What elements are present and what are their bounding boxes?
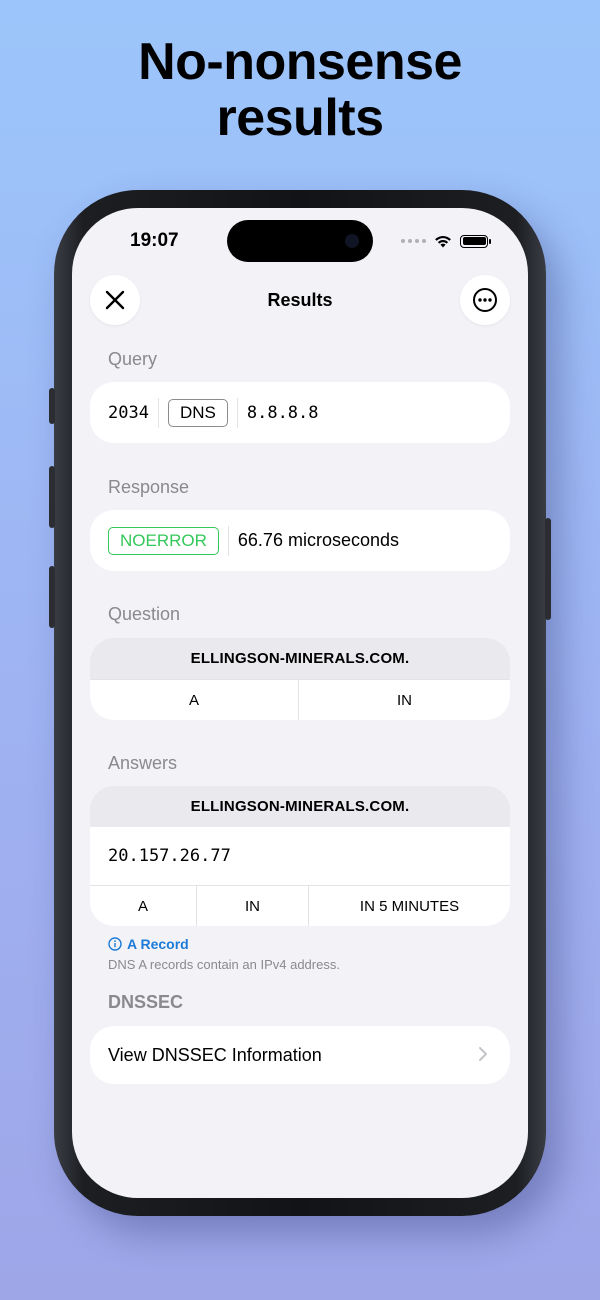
- chevron-right-icon: [479, 1047, 487, 1061]
- headline: No-nonsense results: [0, 34, 600, 146]
- status-badge: NOERROR: [108, 526, 219, 555]
- response-section-label: Response: [108, 477, 190, 497]
- dnssec-link-label: View DNSSEC Information: [108, 1044, 322, 1065]
- action-button: [49, 388, 55, 424]
- answer-value: 20.157.26.77: [108, 846, 231, 866]
- response-card: NOERROR 66.76 microseconds: [90, 510, 510, 571]
- info-icon: [108, 937, 122, 951]
- question-class: IN: [298, 680, 510, 720]
- more-options-button[interactable]: [460, 275, 510, 325]
- dnssec-section-label: DNSSEC: [108, 992, 184, 1012]
- phone-screen: 19:07 Results Query 2034 DNS 8.8.8.8 Res…: [72, 208, 528, 1198]
- wifi-icon: [435, 236, 451, 248]
- power-button: [545, 518, 551, 620]
- response-duration: 66.76 microseconds: [237, 530, 399, 550]
- answer-domain: ELLINGSON-MINERALS.COM.: [90, 786, 510, 827]
- protocol-tag: DNS: [167, 398, 228, 427]
- question-type: A: [188, 691, 199, 709]
- question-section-label: Question: [108, 604, 181, 624]
- dnssec-link-row[interactable]: View DNSSEC Information: [90, 1026, 510, 1084]
- record-info-title: A Record: [127, 936, 189, 952]
- signal-icon: [401, 239, 426, 243]
- question-row: A IN: [90, 679, 510, 720]
- volume-down-button: [49, 566, 55, 628]
- record-info-description: DNS A records contain an IPv4 address.: [108, 957, 340, 972]
- query-section-label: Query: [108, 349, 158, 369]
- answer-row: A IN IN 5 MINUTES: [90, 885, 510, 926]
- answer-class: IN: [196, 886, 308, 926]
- headline-line-2: results: [216, 89, 384, 147]
- query-server: 8.8.8.8: [246, 402, 319, 423]
- query-card: 2034 DNS 8.8.8.8: [90, 382, 510, 443]
- headline-line-1: No-nonsense: [138, 33, 462, 91]
- question-domain: ELLINGSON-MINERALS.COM.: [90, 638, 510, 679]
- answer-ttl: IN 5 MINUTES: [308, 886, 510, 926]
- ellipsis-circle-icon: [473, 288, 497, 312]
- answers-card: ELLINGSON-MINERALS.COM. 20.157.26.77 A I…: [90, 786, 510, 926]
- dynamic-island: [227, 220, 373, 262]
- status-icons: [401, 234, 491, 248]
- query-id: 2034: [108, 402, 149, 423]
- battery-icon: [460, 234, 491, 248]
- answer-type: A: [137, 897, 148, 915]
- status-time: 19:07: [130, 230, 179, 251]
- question-card: ELLINGSON-MINERALS.COM. A IN: [90, 638, 510, 720]
- record-info-link[interactable]: A Record: [108, 936, 189, 952]
- answers-section-label: Answers: [108, 753, 178, 773]
- volume-up-button: [49, 466, 55, 528]
- answer-value-row: 20.157.26.77: [90, 827, 510, 885]
